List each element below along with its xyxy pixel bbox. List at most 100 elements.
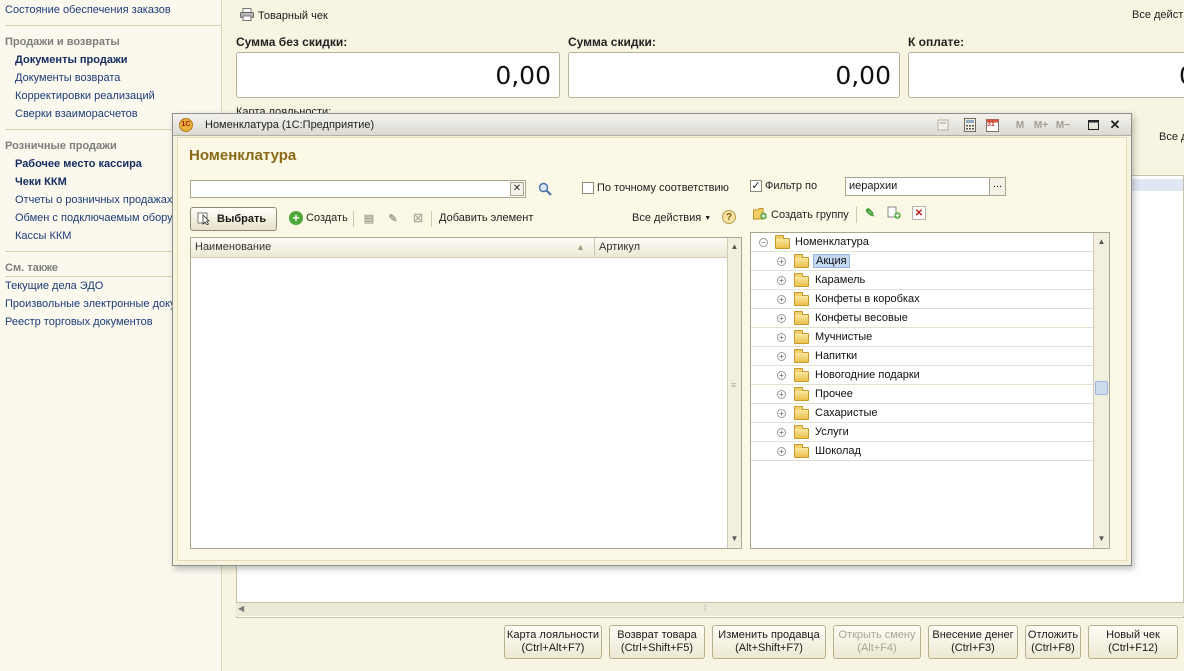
help-icon: ? — [722, 210, 736, 224]
loyalty-card-button[interactable]: Карта лояльности (Ctrl+Alt+F7) — [504, 625, 602, 659]
expand-icon[interactable]: + — [777, 409, 786, 418]
help-button[interactable]: ? — [722, 210, 736, 224]
column-name-header[interactable]: Наименование — [195, 241, 271, 253]
tree-item[interactable]: + Акция — [751, 252, 1093, 271]
copy-button[interactable]: ▤ — [362, 211, 376, 225]
filter-checkbox[interactable]: ✓ — [750, 180, 762, 192]
expand-icon[interactable]: + — [777, 276, 786, 285]
add-element-button[interactable]: Добавить элемент — [439, 212, 533, 224]
calculator-icon[interactable] — [962, 117, 978, 133]
folder-icon — [794, 254, 809, 268]
tree-item[interactable]: + Шоколад — [751, 442, 1093, 461]
folder-icon — [794, 311, 809, 325]
nav-arbitrary-edocs[interactable]: Произвольные электронные документы — [5, 298, 172, 310]
column-article-header[interactable]: Артикул — [599, 241, 640, 253]
nav-kkm-checks[interactable]: Чеки ККМ — [15, 176, 67, 188]
tree-item[interactable]: + Напитки — [751, 347, 1093, 366]
tree-item-label: Напитки — [815, 350, 858, 362]
memory-m-icon[interactable]: M — [1012, 117, 1028, 133]
tree-item[interactable]: + Услуги — [751, 423, 1093, 442]
search-icon[interactable] — [538, 182, 552, 196]
delete-group-button[interactable]: ✕ — [912, 206, 926, 220]
tree-root-label: Номенклатура — [795, 236, 869, 248]
expand-icon[interactable]: + — [777, 371, 786, 380]
clear-search-icon[interactable]: ✕ — [510, 182, 524, 196]
edit-button[interactable]: ✎ — [386, 211, 400, 225]
nav-kkm-cash[interactable]: Кассы ККМ — [15, 230, 71, 242]
create-button[interactable]: + Создать — [289, 211, 348, 225]
nav-trade-registry[interactable]: Реестр торговых документов — [5, 316, 153, 328]
group-tree[interactable]: − Номенклатура + Акция + Карамель + Конфеты в… — [750, 232, 1110, 549]
calendar-icon[interactable]: 31 — [984, 117, 1000, 133]
expand-icon[interactable]: + — [777, 428, 786, 437]
nav-orders-status[interactable]: Состояние обеспечения заказов — [5, 4, 217, 16]
folder-add-icon — [753, 207, 768, 223]
nav-return-documents[interactable]: Документы возврата — [15, 72, 120, 84]
new-check-button[interactable]: Новый чек (Ctrl+F12) — [1088, 625, 1178, 659]
memory-minus-icon[interactable]: M− — [1055, 117, 1071, 133]
tree-item[interactable]: + Сахаристые — [751, 404, 1093, 423]
nav-sales-documents[interactable]: Документы продажи — [15, 54, 128, 66]
delete-button[interactable]: ☒ — [411, 211, 425, 225]
to-pay-label: К оплате: — [908, 35, 965, 49]
form-icon[interactable] — [935, 117, 951, 133]
expand-icon[interactable]: + — [777, 257, 786, 266]
nav-cashier-workplace[interactable]: Рабочее место кассира — [15, 158, 142, 170]
all-actions-menu[interactable]: Все действия — [1132, 9, 1184, 21]
filter-choose-button[interactable]: ... — [989, 178, 1005, 195]
nav-edo-tasks[interactable]: Текущие дела ЭДО — [5, 280, 103, 292]
expand-icon[interactable]: + — [777, 314, 786, 323]
open-shift-button[interactable]: Открыть смену (Alt+F4) — [833, 625, 921, 659]
chevron-down-icon: ▼ — [704, 214, 712, 222]
create-group-button[interactable]: Создать группу — [753, 207, 849, 223]
exact-match-checkbox[interactable] — [582, 182, 594, 194]
memory-plus-icon[interactable]: M+ — [1033, 117, 1049, 133]
edit-group-button[interactable]: ✎ — [863, 206, 877, 220]
copy-group-button[interactable] — [887, 206, 902, 223]
tree-item[interactable]: + Конфеты весовые — [751, 309, 1093, 328]
maximize-icon[interactable] — [1085, 117, 1101, 133]
horizontal-scrollbar[interactable]: ◀ ⁞ — [236, 602, 1184, 616]
expand-icon[interactable]: + — [777, 333, 786, 342]
postpone-button[interactable]: Отложить (Ctrl+F8) — [1025, 625, 1081, 659]
folder-icon — [794, 444, 809, 458]
receipt-button[interactable]: Товарный чек — [240, 8, 328, 24]
scroll-up-arrow[interactable]: ▲ — [728, 240, 741, 254]
scroll-down-arrow[interactable]: ▼ — [728, 532, 741, 546]
all-actions-menu[interactable]: Все действия ▼ — [632, 212, 711, 224]
scroll-up-arrow[interactable]: ▲ — [1094, 235, 1109, 249]
expand-icon[interactable]: + — [777, 447, 786, 456]
expand-icon[interactable]: + — [777, 352, 786, 361]
list-header: Наименование ▲ Артикул — [191, 238, 727, 258]
all-actions-menu-2[interactable]: Все д — [1159, 131, 1184, 143]
tree-item[interactable]: + Конфеты в коробках — [751, 290, 1093, 309]
close-icon[interactable]: ✕ — [1107, 117, 1123, 133]
tree-vertical-scrollbar[interactable]: ▲ ▼ — [1093, 233, 1109, 548]
collapse-icon[interactable]: − — [759, 238, 768, 247]
sort-icon[interactable]: ▲ — [576, 242, 585, 252]
expand-icon[interactable]: + — [777, 390, 786, 399]
nav-exchange[interactable]: Обмен с подключаемым оборудованием — [15, 212, 172, 224]
cash-deposit-button[interactable]: Внесение денег (Ctrl+F3) — [928, 625, 1018, 659]
filter-field[interactable]: иерархии ... — [845, 177, 1006, 196]
scroll-thumb[interactable] — [1095, 381, 1108, 395]
return-goods-button[interactable]: Возврат товара (Ctrl+Shift+F5) — [609, 625, 705, 659]
tree-item[interactable]: + Новогодние подарки — [751, 366, 1093, 385]
app-1c-icon: 1C — [179, 117, 193, 132]
nomenclature-list[interactable]: Наименование ▲ Артикул ▲ ≡ ▼ — [190, 237, 742, 549]
nav-corrections[interactable]: Корректировки реализаций — [15, 90, 155, 102]
nav-reconciliations[interactable]: Сверки взаиморасчетов — [15, 108, 138, 120]
scroll-down-arrow[interactable]: ▼ — [1094, 532, 1109, 546]
tree-item[interactable]: + Мучнистые — [751, 328, 1093, 347]
scroll-left-arrow[interactable]: ◀ — [238, 604, 244, 613]
list-vertical-scrollbar[interactable]: ▲ ≡ ▼ — [727, 238, 741, 548]
divider — [856, 207, 857, 223]
select-button[interactable]: Выбрать — [190, 207, 277, 231]
tree-root-row[interactable]: − Номенклатура — [751, 233, 1093, 252]
tree-item[interactable]: + Прочее — [751, 385, 1093, 404]
window-title: Номенклатура (1С:Предприятие) — [205, 118, 375, 131]
search-input[interactable]: ✕ — [190, 180, 526, 198]
tree-item[interactable]: + Карамель — [751, 271, 1093, 290]
expand-icon[interactable]: + — [777, 295, 786, 304]
change-seller-button[interactable]: Изменить продавца (Alt+Shift+F7) — [712, 625, 826, 659]
